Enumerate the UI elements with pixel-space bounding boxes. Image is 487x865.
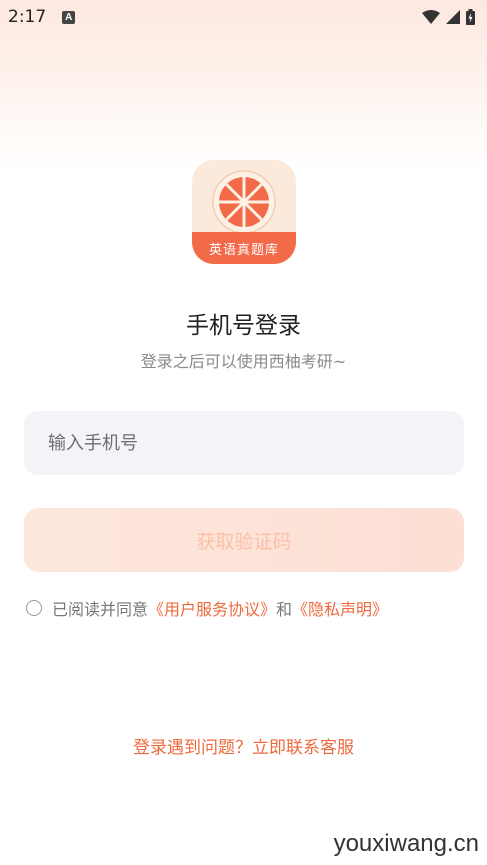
terms-link[interactable]: 《用户服务协议》	[148, 596, 276, 620]
status-bar: 2:17 A	[0, 0, 487, 34]
privacy-link[interactable]: 《隐私声明》	[292, 596, 388, 620]
battery-icon	[466, 9, 475, 25]
page-title: 手机号登录	[186, 313, 301, 339]
wifi-icon	[422, 10, 440, 24]
contact-support-link[interactable]: 登录遇到问题？立即联系客服	[0, 733, 487, 758]
watermark: youxiwang.cn	[333, 830, 479, 857]
get-code-button[interactable]: 获取验证码	[24, 508, 464, 572]
signal-icon	[446, 10, 460, 24]
agreement-and: 和	[276, 600, 293, 619]
page-subtitle: 登录之后可以使用西柚考研~	[140, 352, 347, 371]
agreement-text: 已阅读并同意	[52, 600, 149, 619]
grapefruit-icon	[212, 170, 276, 234]
login-page: 2:17 A 英语真题库 手机号登录 登录之后可以使用西柚考研~ 输入手机号 获…	[0, 0, 487, 865]
agreement-row: 已阅读并同意 《用户服务协议》 和 《隐私声明》	[26, 596, 388, 620]
app-logo-banner: 英语真题库	[192, 232, 296, 264]
phone-number-input[interactable]	[24, 411, 464, 475]
app-logo: 英语真题库	[192, 160, 296, 264]
agreement-checkbox[interactable]	[26, 600, 42, 616]
status-time: 2:17	[8, 7, 47, 27]
notification-icon: A	[62, 10, 76, 24]
